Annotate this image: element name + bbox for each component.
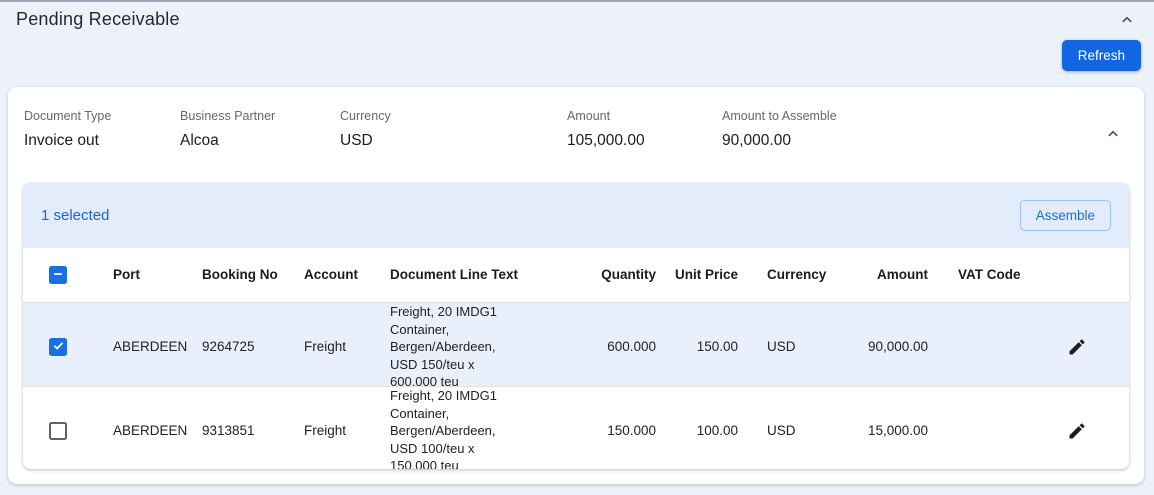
column-header-unit-price: Unit Price (672, 265, 754, 285)
field-label: Business Partner (180, 109, 340, 123)
cell-amount: 90,000.00 (844, 339, 944, 354)
field-amount: Amount 105,000.00 (567, 109, 722, 150)
refresh-toolbar: Refresh (0, 31, 1154, 87)
assemble-button[interactable]: Assemble (1020, 200, 1111, 231)
field-label: Amount to Assemble (722, 109, 1102, 123)
cell-quantity: 150.000 (546, 423, 672, 438)
collapse-section-button[interactable] (1116, 9, 1138, 31)
edit-row-button[interactable] (1065, 419, 1089, 443)
cell-amount: 15,000.00 (844, 423, 944, 438)
column-header-quantity: Quantity (546, 265, 672, 285)
column-header-account: Account (288, 265, 374, 285)
table-header-row: Port Booking No Account Document Line Te… (23, 248, 1129, 303)
cell-account: Freight (288, 423, 374, 438)
column-header-currency: Currency (754, 265, 844, 285)
page-title: Pending Receivable (16, 9, 180, 30)
table-row[interactable]: ABERDEEN 9264725 Freight Freight, 20 IMD… (23, 303, 1129, 387)
checkmark-icon (52, 339, 65, 355)
field-document-type: Document Type Invoice out (24, 109, 180, 150)
selected-count-label: 1 selected (41, 207, 109, 224)
field-label: Document Type (24, 109, 180, 123)
field-value: 90,000.00 (722, 132, 1102, 150)
cell-port: ABERDEEN (93, 423, 186, 438)
field-label: Amount (567, 109, 722, 123)
row-checkbox[interactable] (49, 338, 67, 356)
cell-currency: USD (754, 423, 844, 438)
edit-pencil-icon (1067, 429, 1087, 444)
cell-unit-price: 100.00 (672, 423, 754, 438)
column-header-document-line-text: Document Line Text (374, 265, 546, 285)
section-header: Pending Receivable (0, 2, 1154, 31)
cell-port: ABERDEEN (93, 339, 186, 354)
column-header-booking-no: Booking No (186, 265, 288, 285)
chevron-up-icon (1118, 17, 1136, 32)
table-row[interactable]: ABERDEEN 9313851 Freight Freight, 20 IMD… (23, 387, 1129, 469)
chevron-up-icon (1104, 131, 1122, 146)
edit-pencil-icon (1067, 345, 1087, 360)
column-header-amount: Amount (844, 265, 944, 285)
field-label: Currency (340, 109, 567, 123)
refresh-button[interactable]: Refresh (1062, 40, 1141, 71)
field-value: USD (340, 132, 567, 150)
pending-receivable-card: Document Type Invoice out Business Partn… (8, 87, 1144, 484)
indeterminate-icon (52, 268, 64, 283)
collapse-document-button[interactable] (1102, 123, 1124, 145)
cell-booking-no: 9264725 (186, 339, 288, 354)
field-value: 105,000.00 (567, 132, 722, 150)
cell-account: Freight (288, 339, 374, 354)
column-header-vat-code: VAT Code (944, 265, 1024, 285)
select-all-checkbox[interactable] (49, 266, 67, 284)
selection-toolbar: 1 selected Assemble (23, 183, 1129, 248)
field-business-partner: Business Partner Alcoa (180, 109, 340, 150)
field-value: Alcoa (180, 132, 340, 150)
row-checkbox[interactable] (49, 422, 67, 440)
cell-unit-price: 150.00 (672, 339, 754, 354)
document-lines-table: 1 selected Assemble Port Booking No Acco… (23, 183, 1129, 469)
field-amount-to-assemble: Amount to Assemble 90,000.00 (722, 109, 1102, 150)
document-summary-row: Document Type Invoice out Business Partn… (8, 87, 1144, 183)
cell-currency: USD (754, 339, 844, 354)
edit-row-button[interactable] (1065, 335, 1089, 359)
cell-quantity: 600.000 (546, 339, 672, 354)
column-header-port: Port (93, 265, 186, 285)
field-currency: Currency USD (340, 109, 567, 150)
field-value: Invoice out (24, 132, 180, 150)
cell-document-line-text: Freight, 20 IMDG1 Container, Bergen/Aber… (374, 303, 546, 391)
cell-document-line-text: Freight, 20 IMDG1 Container, Bergen/Aber… (374, 387, 546, 469)
cell-booking-no: 9313851 (186, 423, 288, 438)
